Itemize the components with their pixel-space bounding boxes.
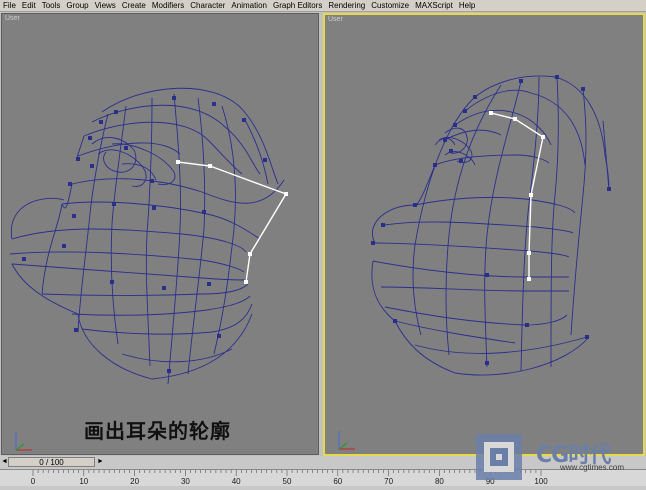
cg-logo-icon [476, 434, 522, 480]
menu-customize[interactable]: Customize [368, 0, 412, 11]
menu-views[interactable]: Views [92, 0, 119, 11]
menu-file[interactable]: File [0, 0, 19, 11]
menu-animation[interactable]: Animation [228, 0, 270, 11]
viewport-left[interactable]: User [1, 13, 319, 455]
prev-frame-icon[interactable]: ◄ [1, 457, 8, 467]
ear-wireframe-left [9, 87, 288, 385]
menu-tools[interactable]: Tools [39, 0, 64, 11]
menu-help[interactable]: Help [456, 0, 478, 11]
menu-create[interactable]: Create [119, 0, 149, 11]
menu-rendering[interactable]: Rendering [325, 0, 368, 11]
menu-character[interactable]: Character [187, 0, 228, 11]
viewport-area: User User 画出耳朵的轮廓 [0, 12, 646, 456]
tutorial-caption: 画出耳朵的轮廓 [84, 419, 231, 443]
next-frame-icon[interactable]: ► [97, 457, 104, 467]
menu-graph-editors[interactable]: Graph Editors [270, 0, 325, 11]
menu-modifiers[interactable]: Modifiers [149, 0, 187, 11]
watermark-url: www.cgtimes.com [560, 463, 625, 472]
time-slider[interactable]: 0 / 100 [8, 457, 95, 467]
viewport-right[interactable]: User [323, 13, 645, 456]
menu-group[interactable]: Group [63, 0, 91, 11]
menu-maxscript[interactable]: MAXScript [412, 0, 456, 11]
ear-wireframe-right [371, 75, 611, 376]
axis-tripod-icon [338, 431, 355, 450]
axis-tripod-icon [15, 432, 32, 451]
menu-edit[interactable]: Edit [19, 0, 39, 11]
menu-bar: File Edit Tools Group Views Create Modif… [0, 0, 646, 12]
